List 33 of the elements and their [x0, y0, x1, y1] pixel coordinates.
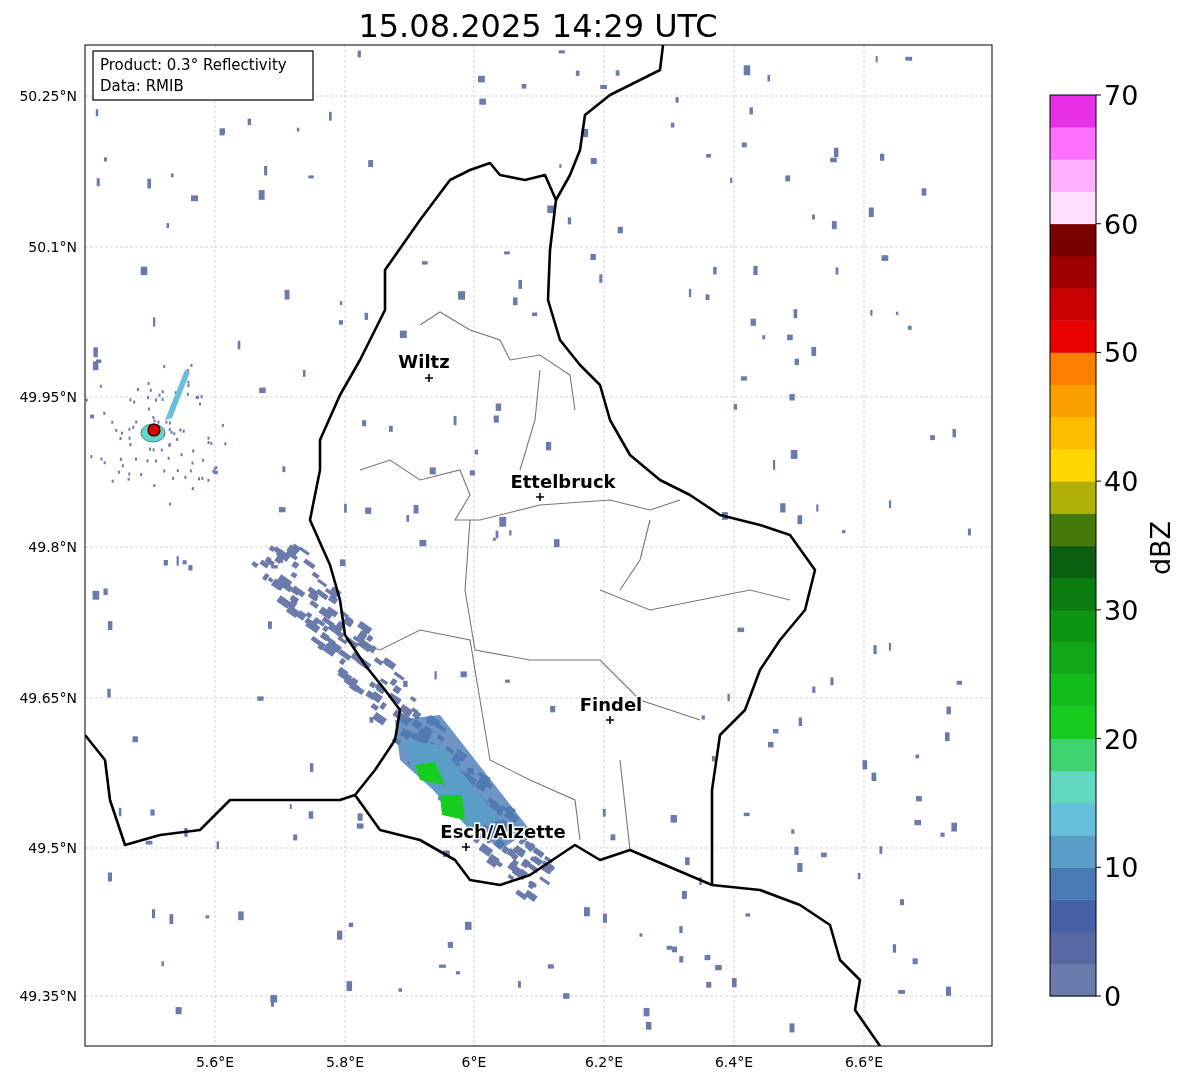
city-marker-icon — [535, 492, 545, 502]
axis-tick-label: 49.95°N — [19, 389, 77, 405]
colorbar-tick-label: 60 — [1104, 208, 1139, 240]
legend-text: Product: 0.3° Reflectivity — [100, 56, 287, 74]
colorbar-tick-label: 20 — [1104, 723, 1139, 755]
axis-tick-label: 50.1°N — [28, 239, 77, 255]
colorbar-tick-label: 0 — [1104, 981, 1122, 1012]
axis-tick-label: 50.25°N — [19, 88, 77, 104]
axis-tick-label: 49.35°N — [19, 988, 77, 1004]
axis-tick-label: 49.8°N — [28, 539, 77, 555]
city-label: Findel — [579, 694, 643, 715]
axis-tick-label: 6.2°E — [584, 1054, 624, 1070]
radar-site-icon — [147, 423, 161, 437]
axis-tick-label: 49.5°N — [28, 840, 77, 856]
axis-tick-label: 49.65°N — [19, 690, 77, 706]
colorbar-tick-label: 40 — [1104, 466, 1139, 498]
colorbar-tick-label: 10 — [1104, 852, 1139, 884]
city-marker-icon — [424, 373, 434, 383]
axis-tick-label: 6.6°E — [844, 1054, 884, 1070]
colorbar-tick-label: 70 — [1104, 80, 1139, 111]
city-marker-icon — [461, 842, 471, 852]
city-label: Wiltz — [398, 351, 450, 372]
city-label: Ettelbruck — [510, 471, 616, 492]
axis-tick-label: 6.4°E — [714, 1054, 754, 1070]
chart-title: 15.08.2025 14:29 UTC — [358, 7, 718, 45]
axis-tick-label: 5.8°E — [325, 1054, 365, 1070]
axis-tick-label: 5.6°E — [195, 1054, 235, 1070]
colorbar-label: dBZ — [1145, 520, 1176, 576]
city-marker-icon — [605, 715, 615, 725]
axis-tick-label: 6°E — [461, 1054, 487, 1070]
colorbar-tick-label: 30 — [1104, 594, 1139, 626]
colorbar-tick-label: 50 — [1104, 337, 1139, 369]
legend-text: Data: RMIB — [100, 77, 184, 95]
